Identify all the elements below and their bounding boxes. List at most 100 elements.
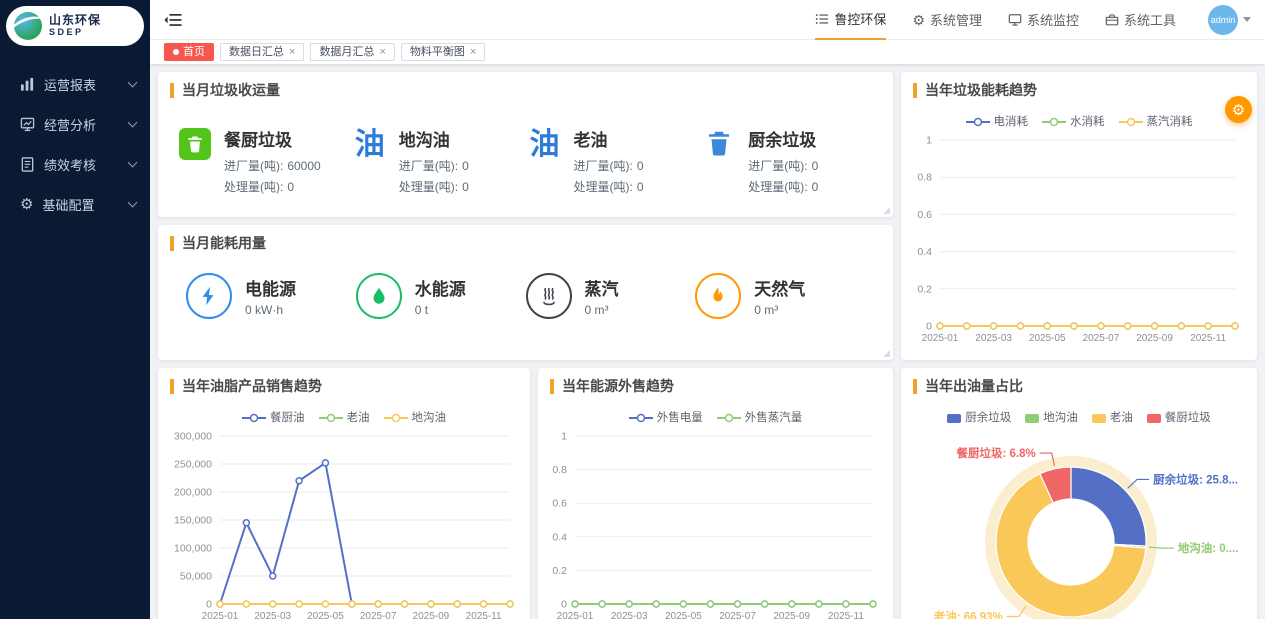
svg-text:0: 0 xyxy=(926,321,932,333)
legend-line-marker xyxy=(242,413,266,423)
topnav-item-system-monitor[interactable]: 系统监控 xyxy=(1008,0,1079,40)
svg-text:2025-03: 2025-03 xyxy=(975,333,1012,344)
legend-item[interactable]: 老油 xyxy=(1092,410,1133,426)
legend-item[interactable]: 餐厨油 xyxy=(242,410,305,426)
energy-item-name: 水能源 xyxy=(415,275,466,300)
sidebar-item-label: 运营报表 xyxy=(44,75,120,94)
waste-item-kitchen-waste: 餐厨垃圾 进厂量(吨):60000 处理量(吨):0 xyxy=(176,116,351,198)
svg-text:2025-03: 2025-03 xyxy=(254,611,291,619)
brand-logo[interactable]: 山东环保 SDEP xyxy=(6,6,144,46)
svg-text:0.4: 0.4 xyxy=(552,531,567,543)
main-column: 鲁控环保 ⚙ 系统管理 系统监控 系统工具 admin xyxy=(150,0,1265,619)
topnav-label: 系统监控 xyxy=(1027,10,1079,29)
chart-svg: 00.20.40.60.812025-012025-032025-052025-… xyxy=(909,132,1249,350)
tab-label: 物料平衡图 xyxy=(410,47,465,58)
card-title: 当月垃圾收运量 xyxy=(170,83,280,98)
resize-handle-icon[interactable] xyxy=(883,207,890,214)
legend-item[interactable]: 蒸汽消耗 xyxy=(1119,114,1193,130)
sidebar-item-basic-config[interactable]: ⚙ 基础配置 xyxy=(0,184,150,224)
brand-title: 山东环保 xyxy=(49,14,101,27)
user-menu[interactable]: admin xyxy=(1208,5,1251,35)
legend-line-marker xyxy=(384,413,408,423)
tags-view-bar: 首页 数据日汇总 × 数据月汇总 × 物料平衡图 × xyxy=(150,40,1265,64)
svg-text:2025-05: 2025-05 xyxy=(307,611,344,619)
chart-legend: 电消耗水消耗蒸汽消耗 xyxy=(901,106,1257,132)
brand-subtitle: SDEP xyxy=(49,28,101,38)
card-energy-sales-trend: 当年能源外售趋势 外售电量外售蒸汽量 00.20.40.60.812025-01… xyxy=(538,368,893,619)
svg-text:2025-07: 2025-07 xyxy=(360,611,397,619)
resize-handle-icon[interactable] xyxy=(883,350,890,357)
svg-text:2025-01: 2025-01 xyxy=(922,333,959,344)
card-energy-trend: 当年垃圾能耗趋势 ⚙ 电消耗水消耗蒸汽消耗 00.20.40.60.812025… xyxy=(901,72,1257,360)
legend-label: 老油 xyxy=(1110,410,1133,426)
topnav-item-system-management[interactable]: ⚙ 系统管理 xyxy=(912,0,982,40)
topnav-item-system-tools[interactable]: 系统工具 xyxy=(1105,0,1176,40)
legend-label: 电消耗 xyxy=(994,114,1029,130)
brand-globe-icon xyxy=(14,12,42,40)
analysis-icon xyxy=(20,117,35,132)
chart-settings-button[interactable]: ⚙ xyxy=(1225,96,1252,123)
chart-svg: 050,000100,000150,000200,000250,000300,0… xyxy=(164,428,524,619)
caret-down-icon xyxy=(1243,17,1251,22)
legend-item[interactable]: 电消耗 xyxy=(966,114,1029,130)
topbar-nav: 鲁控环保 ⚙ 系统管理 系统监控 系统工具 admin xyxy=(815,0,1251,40)
svg-text:150,000: 150,000 xyxy=(174,515,212,527)
legend-label: 地沟油 xyxy=(412,410,447,426)
waste-item-old-oil: 油 老油 进厂量(吨):0 处理量(吨):0 xyxy=(526,116,701,198)
waste-proc-row: 处理量(吨):0 xyxy=(224,177,321,198)
app-root: 山东环保 SDEP 运营报表 经营分析 绩效考核 ⚙ 基础配置 xyxy=(0,0,1265,619)
waste-items: 餐厨垃圾 进厂量(吨):60000 处理量(吨):0 油 xyxy=(158,106,893,198)
svg-text:餐厨垃圾: 6.8%: 餐厨垃圾: 6.8% xyxy=(955,446,1035,460)
oil-sales-chart[interactable]: 050,000100,000150,000200,000250,000300,0… xyxy=(164,428,524,619)
chart-legend: 餐厨油老油 地沟油 xyxy=(158,402,530,428)
legend-swatch xyxy=(947,414,961,423)
sidebar-item-label: 基础配置 xyxy=(42,195,120,214)
energy-trend-chart[interactable]: 00.20.40.60.812025-012025-032025-052025-… xyxy=(909,132,1249,350)
legend-item[interactable]: 老油 xyxy=(319,410,370,426)
svg-text:2025-09: 2025-09 xyxy=(413,611,450,619)
tab-monthly-summary[interactable]: 数据月汇总 × xyxy=(310,43,394,61)
waste-item-name: 地沟油 xyxy=(399,126,469,151)
sidebar-item-business-analysis[interactable]: 经营分析 xyxy=(0,104,150,144)
svg-text:250,000: 250,000 xyxy=(174,459,212,471)
legend-line-marker xyxy=(319,413,343,423)
close-icon[interactable]: × xyxy=(289,47,295,58)
svg-text:2025-07: 2025-07 xyxy=(1083,333,1120,344)
energy-sales-chart[interactable]: 00.20.40.60.812025-012025-032025-052025-… xyxy=(544,428,887,619)
legend-item[interactable]: 外售电量 xyxy=(629,410,703,426)
legend-item[interactable]: 外售蒸汽量 xyxy=(717,410,803,426)
legend-item[interactable]: 地沟油 xyxy=(1025,410,1078,426)
legend-label: 外售电量 xyxy=(657,410,703,426)
tab-daily-summary[interactable]: 数据日汇总 × xyxy=(220,43,304,61)
bar-chart-icon xyxy=(20,77,35,92)
sidebar-item-label: 绩效考核 xyxy=(44,155,120,174)
legend-item[interactable]: 厨余垃圾 xyxy=(947,410,1011,426)
close-icon[interactable]: × xyxy=(470,47,476,58)
svg-text:2025-05: 2025-05 xyxy=(665,611,702,619)
sidebar-item-performance-review[interactable]: 绩效考核 xyxy=(0,144,150,184)
waste-in-row: 进厂量(吨):0 xyxy=(399,156,469,177)
energy-item-value: 0 m³ xyxy=(754,303,805,317)
tab-home[interactable]: 首页 xyxy=(164,43,214,61)
sidebar-collapse-button[interactable] xyxy=(164,13,182,27)
topnav-label: 鲁控环保 xyxy=(834,9,886,28)
svg-text:0.8: 0.8 xyxy=(552,464,567,476)
tab-material-balance[interactable]: 物料平衡图 × xyxy=(401,43,485,61)
chevron-down-icon xyxy=(128,77,138,87)
legend-item[interactable]: 餐厨垃圾 xyxy=(1147,410,1211,426)
energy-item-name: 电能源 xyxy=(245,275,296,300)
oil-character-icon: 油 xyxy=(530,128,560,162)
trash-bin-icon xyxy=(704,128,734,158)
energy-item-name: 蒸汽 xyxy=(585,275,619,300)
topnav-item-lukong[interactable]: 鲁控环保 xyxy=(815,0,886,40)
energy-item-value: 0 m³ xyxy=(585,303,619,317)
topbar: 鲁控环保 ⚙ 系统管理 系统监控 系统工具 admin xyxy=(150,0,1265,40)
legend-item[interactable]: 地沟油 xyxy=(384,410,447,426)
close-icon[interactable]: × xyxy=(379,47,385,58)
oil-ratio-donut-chart[interactable]: 厨余垃圾: 25.8...地沟油: 0....老油: 66.93%餐厨垃圾: 6… xyxy=(901,428,1257,619)
tab-label: 数据日汇总 xyxy=(229,47,284,58)
svg-text:200,000: 200,000 xyxy=(174,487,212,499)
svg-text:0.6: 0.6 xyxy=(552,498,567,510)
legend-item[interactable]: 水消耗 xyxy=(1042,114,1105,130)
sidebar-item-operation-reports[interactable]: 运营报表 xyxy=(0,64,150,104)
